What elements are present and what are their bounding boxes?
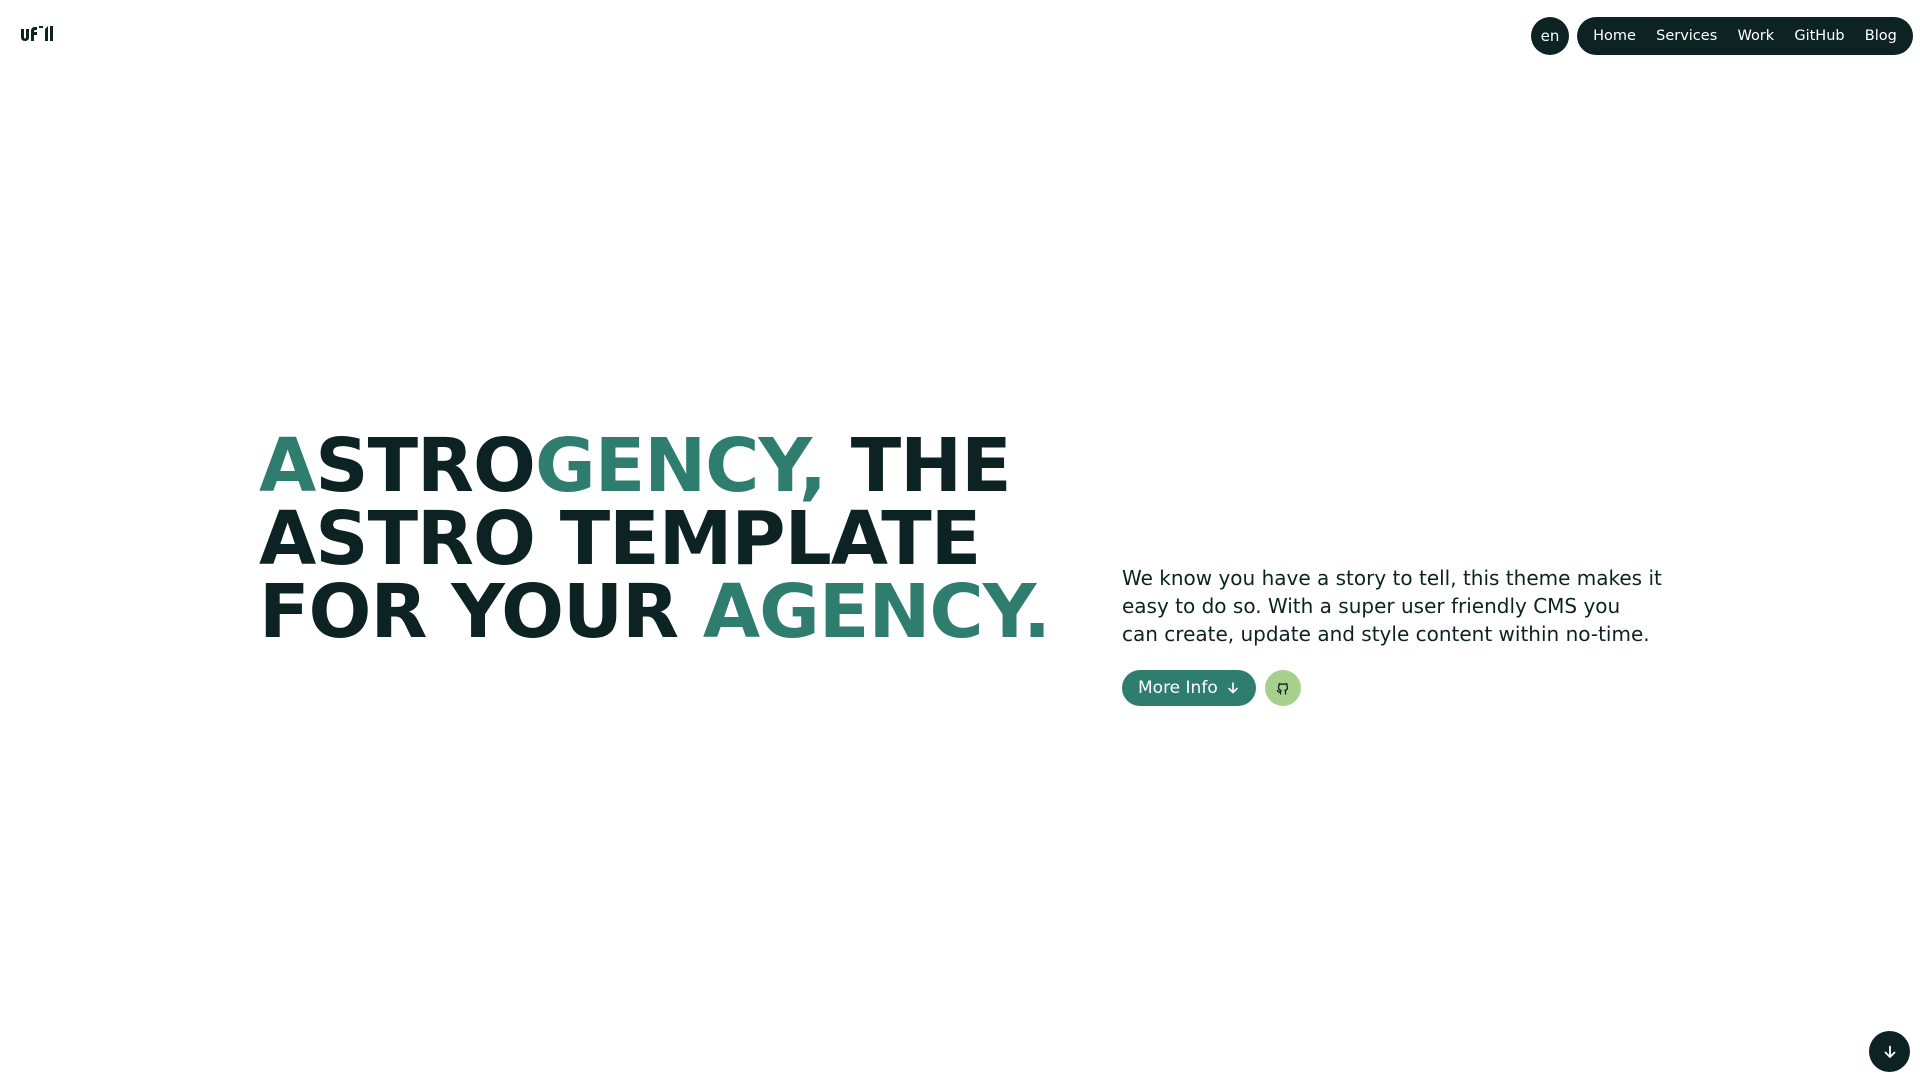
hero-title-agency: AGENCY.	[702, 569, 1051, 655]
hero-title-line-1: ASTROGENCY, THE	[259, 429, 1050, 503]
arrow-down-icon	[1884, 1045, 1895, 1058]
more-info-button[interactable]: More Info	[1122, 670, 1256, 706]
github-icon	[1276, 682, 1288, 695]
site-logo[interactable]	[19, 22, 59, 46]
nav-item-github[interactable]: GitHub	[1794, 28, 1844, 44]
hero-title-line-2: ASTRO TEMPLATE	[259, 496, 981, 582]
nav-item-services[interactable]: Services	[1656, 28, 1717, 44]
github-button[interactable]	[1264, 670, 1301, 706]
nav-item-home[interactable]: Home	[1593, 28, 1636, 44]
scroll-down-button[interactable]	[1869, 1031, 1910, 1072]
hero-description: We know you have a story to tell, this t…	[1122, 566, 1662, 646]
nav-item-blog[interactable]: Blog	[1865, 28, 1897, 44]
arrow-down-icon	[1227, 682, 1238, 694]
hero-title-line-3: FOR YOUR AGENCY.	[259, 575, 1051, 649]
language-switcher-button[interactable]: en	[1531, 17, 1569, 55]
page: en Home Services Work GitHub Blog ASTROG…	[0, 0, 1920, 1080]
hero-title-for-your: FOR YOUR	[259, 569, 703, 655]
hero-title: ASTROGENCY, THE ASTRO TEMPLATE FOR YOUR …	[259, 429, 1051, 649]
more-info-label: More Info	[1138, 678, 1218, 698]
cta-row: More Info	[1122, 670, 1301, 706]
main-nav: Home Services Work GitHub Blog	[1577, 17, 1913, 55]
language-label: en	[1540, 27, 1560, 45]
nav-item-work[interactable]: Work	[1737, 28, 1774, 44]
logo-icon	[21, 26, 53, 41]
